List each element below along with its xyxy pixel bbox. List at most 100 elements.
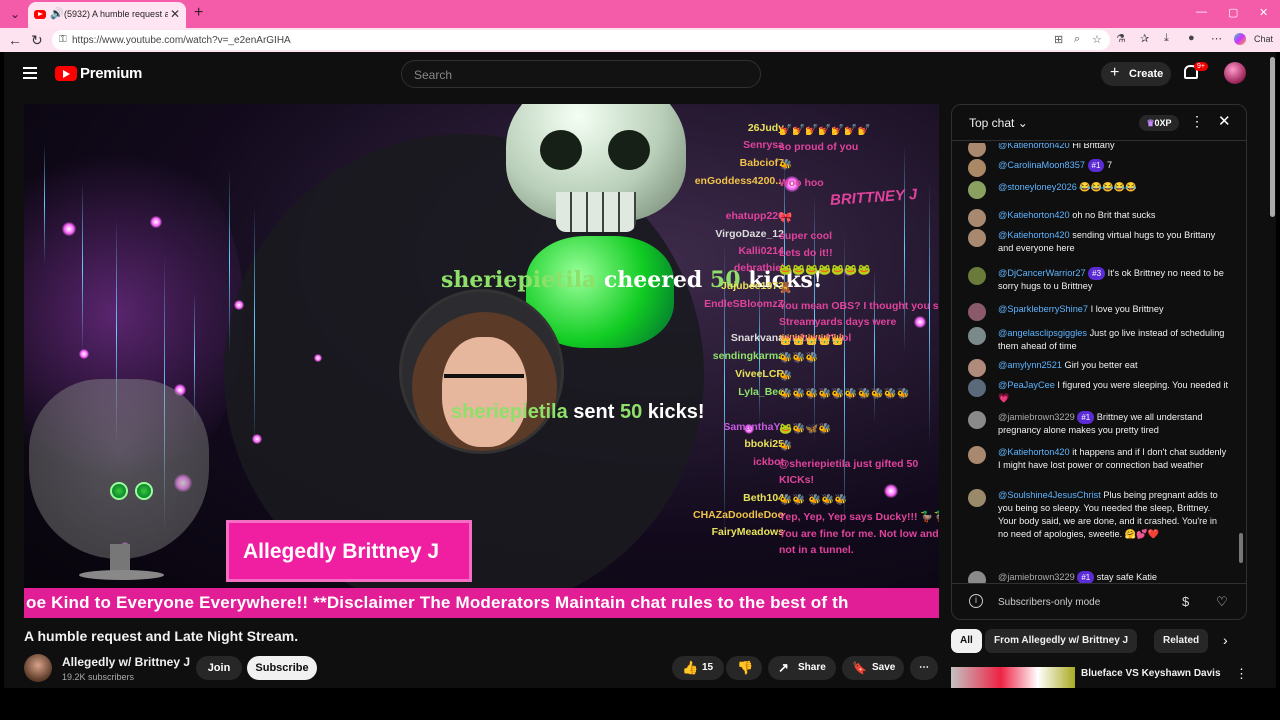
download-icon[interactable]: ⤓	[1164, 32, 1169, 45]
app-grid-icon[interactable]: ⊞	[1054, 33, 1063, 46]
chat-author-avatar[interactable]	[968, 489, 986, 507]
favorites-icon[interactable]: ✰	[1140, 32, 1149, 45]
browser-tab[interactable]: 🔊 (5932) A humble request and ✕	[28, 2, 186, 28]
recommended-more-icon[interactable]: ⋮	[1235, 666, 1248, 682]
chat-author-avatar[interactable]	[968, 229, 986, 247]
tab-list-chevron-icon[interactable]: ⌄	[6, 5, 24, 23]
page-scrollbar[interactable]	[1269, 52, 1276, 688]
glow-orb	[150, 216, 162, 228]
chat-author-name[interactable]: @jamiebrown3229	[998, 412, 1075, 422]
chevron-down-icon: ⌄	[1017, 116, 1028, 130]
copilot-chat-button[interactable]: Chat	[1234, 33, 1274, 47]
glow-orb	[62, 222, 76, 236]
video-player[interactable]: sheriepietila cheered 50 kicks! sheriepi…	[24, 104, 939, 618]
search-input[interactable]: Search	[401, 60, 761, 88]
page-scroll-thumb[interactable]	[1270, 57, 1275, 217]
extension-icon[interactable]: ⚗	[1116, 32, 1126, 45]
chat-author-avatar[interactable]	[968, 359, 986, 377]
subscriber-count: 19.2K subscribers	[62, 672, 135, 682]
speaker-icon[interactable]: 🔊	[50, 7, 64, 20]
chat-message-list[interactable]: @Katiehorton420 Hi Brittany @CarolinaMoon…	[952, 143, 1242, 583]
maximize-icon[interactable]: ▢	[1228, 6, 1238, 19]
menu-hamburger-icon[interactable]	[23, 67, 37, 79]
chat-author-avatar[interactable]	[968, 446, 986, 464]
create-button[interactable]: + Create	[1101, 62, 1171, 86]
channel-avatar[interactable]	[24, 654, 52, 682]
refresh-icon[interactable]: ↻	[31, 32, 43, 49]
overlay-chat-user: 26Judy	[747, 122, 784, 134]
url-text[interactable]: https://www.youtube.com/watch?v=_e2enArG…	[72, 35, 291, 46]
minimize-icon[interactable]: —	[1196, 6, 1207, 18]
chat-scrollbar[interactable]	[1239, 533, 1243, 563]
logo-premium-text[interactable]: Premium	[80, 65, 142, 82]
heart-icon[interactable]: ♡	[1216, 594, 1228, 610]
xp-badge[interactable]: ♛0XP	[1139, 115, 1179, 131]
favorite-star-icon[interactable]: ☆	[1092, 33, 1102, 46]
overlay-chat-user: VirgoDaze_12	[715, 228, 784, 240]
chat-author-name[interactable]: @CarolinaMoon8357	[998, 160, 1085, 170]
chat-message-body: @Katiehorton420 Hi Brittany	[998, 143, 1228, 152]
recommended-thumbnail[interactable]	[951, 667, 1075, 688]
recommended-title[interactable]: Blueface VS Keyshawn Davis	[1081, 668, 1221, 679]
join-button[interactable]: Join	[196, 656, 242, 680]
window-close-icon[interactable]: ✕	[1259, 6, 1268, 19]
chat-author-avatar[interactable]	[968, 379, 986, 397]
chat-author-name[interactable]: @Katiehorton420	[998, 230, 1070, 240]
chat-author-avatar[interactable]	[968, 571, 986, 583]
tab-close-icon[interactable]: ✕	[170, 7, 180, 21]
chip-related[interactable]: Related	[1154, 629, 1209, 653]
chat-author-avatar[interactable]	[968, 327, 986, 345]
chevron-right-icon[interactable]: ›	[1223, 632, 1228, 648]
back-arrow-icon[interactable]: ←	[8, 32, 22, 48]
chat-mode-dropdown[interactable]: Top chat ⌄	[969, 116, 1028, 130]
chat-author-avatar[interactable]	[968, 209, 986, 227]
chat-author-name[interactable]: @Katiehorton420	[998, 210, 1070, 220]
account-avatar[interactable]	[1224, 62, 1246, 84]
chip-from-channel[interactable]: From Allegedly w/ Brittney J	[985, 629, 1138, 653]
chat-more-icon[interactable]: ⋮	[1190, 113, 1204, 130]
profile-icon[interactable]: ●	[1188, 32, 1195, 44]
chat-message-body: @Katiehorton420 sending virtual hugs to …	[998, 229, 1228, 255]
save-button[interactable]: 🔖 Save	[842, 656, 904, 680]
chat-close-icon[interactable]: ✕	[1218, 112, 1231, 130]
info-icon[interactable]: i	[969, 594, 983, 608]
chat-author-avatar[interactable]	[968, 411, 986, 429]
chat-author-name[interactable]: @PeaJayCee	[998, 380, 1055, 390]
new-tab-plus-icon[interactable]: +	[194, 4, 203, 22]
chat-author-avatar[interactable]	[968, 143, 986, 157]
chat-author-avatar[interactable]	[968, 159, 986, 177]
chat-author-name[interactable]: @SparkleberryShine7	[998, 304, 1088, 314]
overlay-chat-message: 🐝	[779, 440, 793, 452]
chat-author-name[interactable]: @DjCancerWarrior27	[998, 268, 1086, 278]
chat-author-avatar[interactable]	[968, 181, 986, 199]
overlay-chat-user: ickbot	[753, 456, 784, 468]
chat-author-name[interactable]: @angelasclipsgiggles	[998, 328, 1087, 338]
address-bar[interactable]: ⚿ https://www.youtube.com/watch?v=_e2enA…	[52, 30, 1110, 50]
sent-user: sheriepietila	[451, 401, 568, 423]
thumbs-up-icon: 👍	[682, 660, 699, 675]
chat-author-avatar[interactable]	[968, 267, 986, 285]
like-button[interactable]: 👍 15	[672, 656, 724, 680]
chip-all[interactable]: All	[951, 629, 982, 653]
chat-author-name[interactable]: @stoneyloney2026	[998, 182, 1077, 192]
zoom-icon[interactable]: ⌕	[1074, 33, 1080, 46]
chat-author-name[interactable]: @Katiehorton420	[998, 447, 1070, 457]
chat-message-text: Hi Brittany	[1072, 143, 1115, 150]
share-button[interactable]: ↗ Share	[768, 656, 836, 680]
chat-author-name[interactable]: @Katiehorton420	[998, 143, 1070, 150]
chat-author-avatar[interactable]	[968, 303, 986, 321]
youtube-logo-icon[interactable]	[55, 66, 77, 81]
dislike-button[interactable]: 👎	[726, 656, 762, 680]
recommended-video[interactable]: Blueface VS Keyshawn Davis ⋮	[951, 664, 1248, 688]
dollar-superchat-icon[interactable]: $	[1182, 594, 1189, 609]
chat-message-body: @Katiehorton420 oh no Brit that sucks	[998, 209, 1228, 222]
chat-author-name[interactable]: @Soulshine4JesusChrist	[998, 490, 1101, 500]
chat-author-name[interactable]: @amylynn2521	[998, 360, 1062, 370]
site-info-icon[interactable]: ⚿	[59, 34, 67, 45]
channel-name[interactable]: Allegedly w/ Brittney J	[62, 655, 190, 669]
subscribe-button[interactable]: Subscribe	[247, 656, 317, 680]
chat-footer: i Subscribers-only mode $ ♡	[952, 583, 1246, 619]
settings-more-icon[interactable]: ⋯	[1211, 32, 1222, 45]
more-actions-icon[interactable]: ⋯	[910, 656, 938, 680]
chat-author-name[interactable]: @jamiebrown3229	[998, 572, 1075, 582]
